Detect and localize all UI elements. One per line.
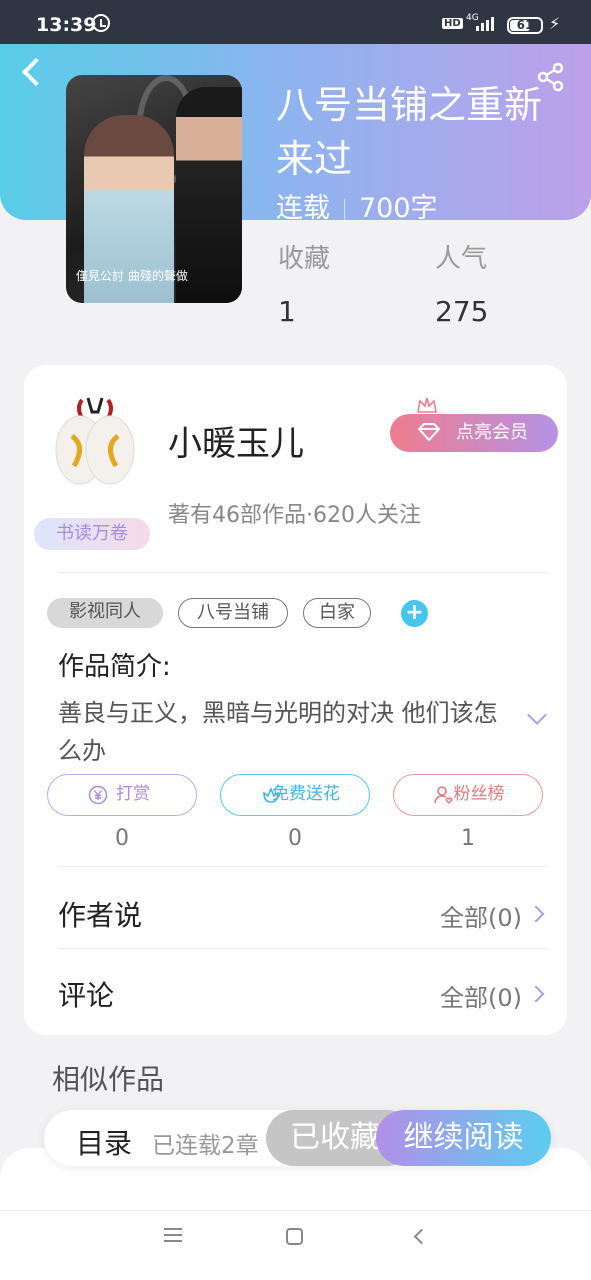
comments-row[interactable]: 评论 全部(0) — [58, 974, 548, 1014]
book-cover-image: 僅見公討 曲殘的聲做 — [66, 75, 242, 303]
comments-label: 评论 — [58, 979, 115, 1012]
send-flower-button[interactable]: 免费送花 — [220, 774, 370, 816]
reward-label: 打赏 — [116, 784, 150, 804]
flower-icon — [263, 786, 279, 803]
battery-icon: 61 — [507, 17, 543, 34]
book-title: 八号当铺之重新来过 — [276, 83, 543, 181]
crown-icon — [417, 397, 437, 413]
intro-text: 善良与正义，黑暗与光明的对决 他们该怎么办 — [58, 699, 498, 765]
reader-level-badge: 书读万卷 — [34, 518, 150, 550]
divider — [58, 572, 548, 573]
tag-item[interactable]: 白家 — [303, 598, 371, 628]
tag-category[interactable]: 影视同人 — [47, 598, 163, 628]
reward-count: 0 — [115, 826, 129, 851]
stat-value: 275 — [435, 295, 489, 328]
vip-button-label: 点亮会员 — [456, 422, 528, 443]
tag-item[interactable]: 八号当铺 — [178, 598, 288, 628]
fans-ranking-label: 粉丝榜 — [453, 784, 505, 804]
fans-icon — [434, 786, 453, 804]
vip-activate-button[interactable]: 点亮会员 — [390, 414, 558, 452]
intro-heading: 作品简介: — [58, 652, 171, 682]
book-meta: 连载 700字 — [276, 186, 438, 225]
add-tag-button[interactable]: + — [401, 600, 428, 627]
chevron-right-icon — [527, 905, 545, 923]
stat-label: 人气 — [435, 244, 488, 274]
charging-icon: ⚡ — [549, 14, 561, 33]
comments-link[interactable]: 全部(0) — [440, 978, 522, 1013]
author-name[interactable]: 小暖玉儿 — [168, 416, 304, 465]
author-notes-link[interactable]: 全部(0) — [440, 898, 522, 933]
battery-level: 61 — [516, 18, 534, 32]
fans-ranking-button[interactable]: 粉丝榜 — [393, 774, 543, 816]
chevron-right-icon — [527, 985, 545, 1003]
toc-button[interactable]: 目录 — [76, 1122, 132, 1162]
chapter-count: 已连载2章 — [152, 1133, 259, 1159]
stat-label: 收藏 — [278, 244, 331, 274]
meta-divider — [344, 198, 345, 221]
stat-popularity: 人气 275 — [435, 238, 488, 328]
reward-button[interactable]: 打赏 — [47, 774, 197, 816]
author-works-info: 著有46部作品·620人关注 — [168, 503, 421, 528]
system-nav-bar — [0, 1210, 591, 1280]
send-flower-label: 免费送花 — [272, 784, 340, 804]
cover-caption: 僅見公討 曲殘的聲做 — [76, 269, 188, 283]
flower-count: 0 — [288, 826, 302, 851]
book-word-count: 700字 — [359, 193, 438, 224]
author-notes-row[interactable]: 作者说 全部(0) — [58, 894, 548, 934]
home-icon[interactable] — [286, 1228, 303, 1245]
fans-count: 1 — [461, 826, 475, 851]
book-state: 连载 — [276, 193, 330, 224]
diamond-icon — [418, 423, 440, 441]
author-notes-label: 作者说 — [58, 899, 143, 932]
author-avatar[interactable] — [52, 396, 138, 492]
stat-favorites: 收藏 1 — [278, 238, 330, 328]
hd-icon: HD — [442, 18, 463, 29]
menu-icon[interactable] — [164, 1228, 182, 1242]
similar-works-heading: 相似作品 — [52, 1063, 165, 1096]
divider — [58, 948, 548, 949]
divider — [58, 866, 548, 867]
continue-reading-button[interactable]: 继续阅读 — [376, 1110, 551, 1166]
alarm-icon — [92, 14, 110, 32]
signal-icon — [476, 17, 496, 31]
status-time: 13:39 — [36, 14, 97, 36]
yen-icon — [88, 785, 108, 805]
status-bar: 13:39 HD 4G 61 ⚡ — [0, 0, 591, 44]
stat-value: 1 — [278, 295, 296, 328]
